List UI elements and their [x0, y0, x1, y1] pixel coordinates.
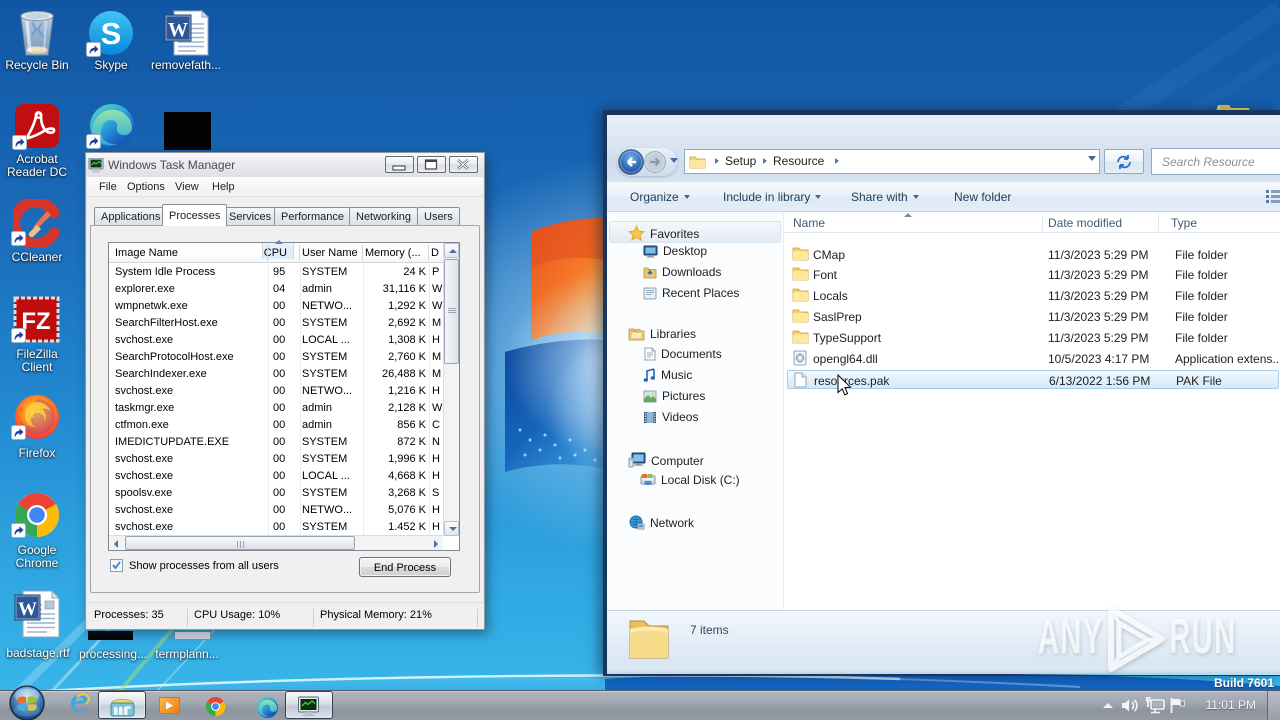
svg-text:W: W	[168, 19, 188, 41]
svg-text:W: W	[18, 599, 37, 620]
svg-text:RUN: RUN	[1169, 608, 1236, 664]
svg-text:ANY: ANY	[1038, 608, 1104, 664]
svg-text:S: S	[101, 16, 122, 51]
